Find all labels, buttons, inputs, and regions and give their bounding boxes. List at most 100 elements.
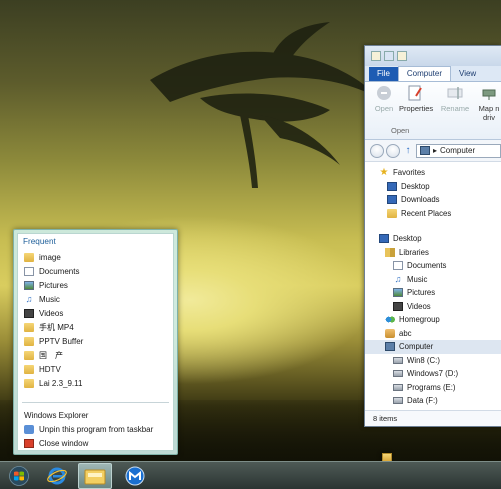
nav-drive-c[interactable]: Win8 (C:) [365,354,501,368]
file-explorer-icon [84,469,106,485]
jump-item-label: image [39,252,61,262]
nav-drive-e[interactable]: Programs (E:) [365,381,501,395]
computer-icon [385,342,395,352]
new-folder-qa-icon[interactable] [384,51,394,61]
nav-documents[interactable]: Documents [365,259,501,273]
nav-label: Computer [399,342,434,352]
jump-list-item[interactable]: image [18,250,173,264]
jump-list-item[interactable]: Lai 2.3_9.11 [18,376,173,390]
nav-label: Recent Places [401,208,452,218]
jump-item-label: Videos [39,308,64,318]
homegroup-icon [385,315,395,325]
jump-list-item[interactable]: 手机 MP4 [18,320,173,334]
downloads-icon [387,195,397,205]
nav-user-abc[interactable]: abc [365,327,501,341]
open-button[interactable]: Open [368,84,400,113]
up-arrow-icon[interactable]: ↑ [402,145,414,157]
desktop-icon [379,234,389,244]
jump-list-item[interactable]: HDTV [18,362,173,376]
rename-button[interactable]: Rename [439,84,471,113]
drive-icon [393,370,403,378]
jump-list-item[interactable]: ♫ Music [18,292,173,306]
folder-icon [24,336,34,346]
task-close-window[interactable]: Close window [18,436,173,450]
jump-item-label: Lai 2.3_9.11 [39,378,83,388]
quick-access-toolbar [365,46,501,66]
nav-recent-places[interactable]: Recent Places [365,207,501,221]
ribbon-group-label: Open [391,126,410,135]
address-bar[interactable]: ▸ Computer [416,143,501,158]
nav-downloads[interactable]: Downloads [365,193,501,207]
nav-label: Desktop [401,181,430,191]
jump-item-label: 手机 MP4 [39,322,74,332]
nav-drive-f[interactable]: Data (F:) [365,394,501,408]
folder-icon [24,364,34,374]
jump-item-label: Music [39,294,60,304]
explorer-window[interactable]: File Computer View Open Properties Renam… [364,45,501,427]
unpin-icon [24,424,34,434]
close-icon [24,438,34,448]
nav-favorites[interactable]: ★ Favorites [365,166,501,180]
nav-desktop[interactable]: Desktop [365,232,501,246]
jump-item-label: Pictures [39,280,68,290]
task-label: Close window [39,438,89,448]
pictures-icon [24,280,34,290]
nav-homegroup[interactable]: Homegroup [365,313,501,327]
nav-label: Desktop [393,234,422,244]
jump-item-label: Documents [39,266,80,276]
desktop-icon [387,181,397,191]
open-label: Open [374,104,394,113]
ribbon: Open Properties Rename Map n driv Open [365,82,501,140]
nav-libraries[interactable]: Libraries [365,246,501,260]
nav-label: Music [407,274,428,284]
task-windows-explorer[interactable]: Windows Explorer [18,408,392,462]
jump-list-tasks: Windows Explorer Unpin this program from… [18,408,392,462]
nav-label: Windows7 (D:) [407,369,459,379]
properties-qa-icon[interactable] [371,51,381,61]
nav-label: Favorites [393,168,426,178]
nav-label: Documents [407,261,447,271]
videos-icon [393,301,403,311]
jump-list-item[interactable]: 国 产 [18,348,173,362]
task-label: Windows Explorer [24,410,89,420]
nav-videos[interactable]: Videos [365,300,501,314]
jump-list-item[interactable]: Documents [18,264,173,278]
rename-label: Rename [440,104,470,113]
start-button[interactable] [2,463,36,489]
folder-icon [24,322,34,332]
drive-icon [393,397,403,405]
nav-label: Win8 (C:) [407,355,440,365]
tab-file[interactable]: File [369,67,398,81]
properties-label: Properties [399,104,434,113]
jump-list-item[interactable]: PPTV Buffer [18,334,173,348]
tab-view[interactable]: View [451,67,484,81]
jump-list-item[interactable]: Pictures [18,278,173,292]
nav-music[interactable]: ♫ Music [365,273,501,287]
user-folder-icon [385,328,395,338]
nav-label: Libraries [399,247,429,257]
nav-desktop-favorite[interactable]: Desktop [365,180,501,194]
map-network-drive-button[interactable]: Map n driv [473,84,501,122]
rename-icon [447,87,463,99]
ribbon-tabs: File Computer View [365,66,501,82]
nav-drive-d[interactable]: Windows7 (D:) [365,367,501,381]
customize-qa-icon[interactable] [397,51,407,61]
taskbar-maxthon[interactable] [118,463,152,489]
forward-button[interactable] [386,143,400,158]
jump-item-label: 国 产 [39,350,63,360]
nav-label: Videos [407,301,431,311]
network-drive-icon [482,89,496,100]
tab-computer[interactable]: Computer [397,66,452,81]
nav-computer[interactable]: Computer [365,340,501,354]
nav-label: abc [399,328,412,338]
task-unpin[interactable]: Unpin this program from taskbar [18,422,173,436]
folder-icon [24,378,34,388]
nav-pictures[interactable]: Pictures [365,286,501,300]
properties-button[interactable]: Properties [399,84,434,113]
jump-list-item[interactable]: Videos [18,306,173,320]
taskbar-internet-explorer[interactable] [40,463,74,489]
taskbar-file-explorer[interactable] [78,463,112,489]
back-button[interactable] [370,143,384,158]
jump-item-label: PPTV Buffer [39,336,84,346]
status-bar: 8 items [365,410,501,426]
